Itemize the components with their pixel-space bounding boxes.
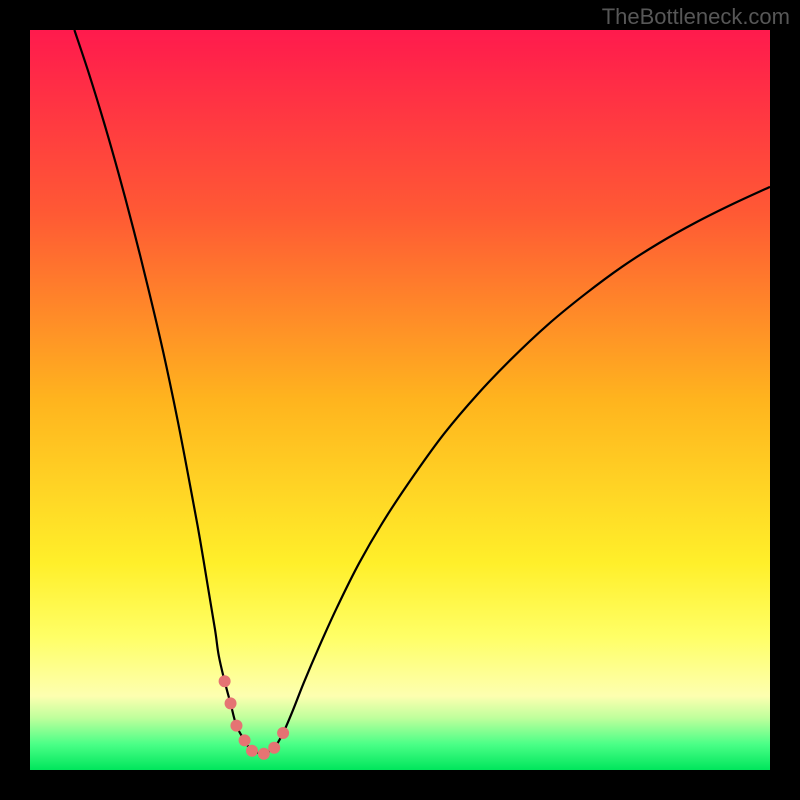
marker-dot	[277, 727, 289, 739]
gradient-background	[30, 30, 770, 770]
marker-dot	[219, 675, 231, 687]
plot-area	[30, 30, 770, 770]
chart-container: TheBottleneck.com	[0, 0, 800, 800]
marker-dot	[225, 697, 237, 709]
watermark-text: TheBottleneck.com	[602, 4, 790, 30]
marker-dot	[246, 745, 258, 757]
marker-dot	[268, 742, 280, 754]
marker-dot	[239, 734, 251, 746]
marker-dot	[230, 720, 242, 732]
marker-dot	[258, 748, 270, 760]
chart-svg	[30, 30, 770, 770]
